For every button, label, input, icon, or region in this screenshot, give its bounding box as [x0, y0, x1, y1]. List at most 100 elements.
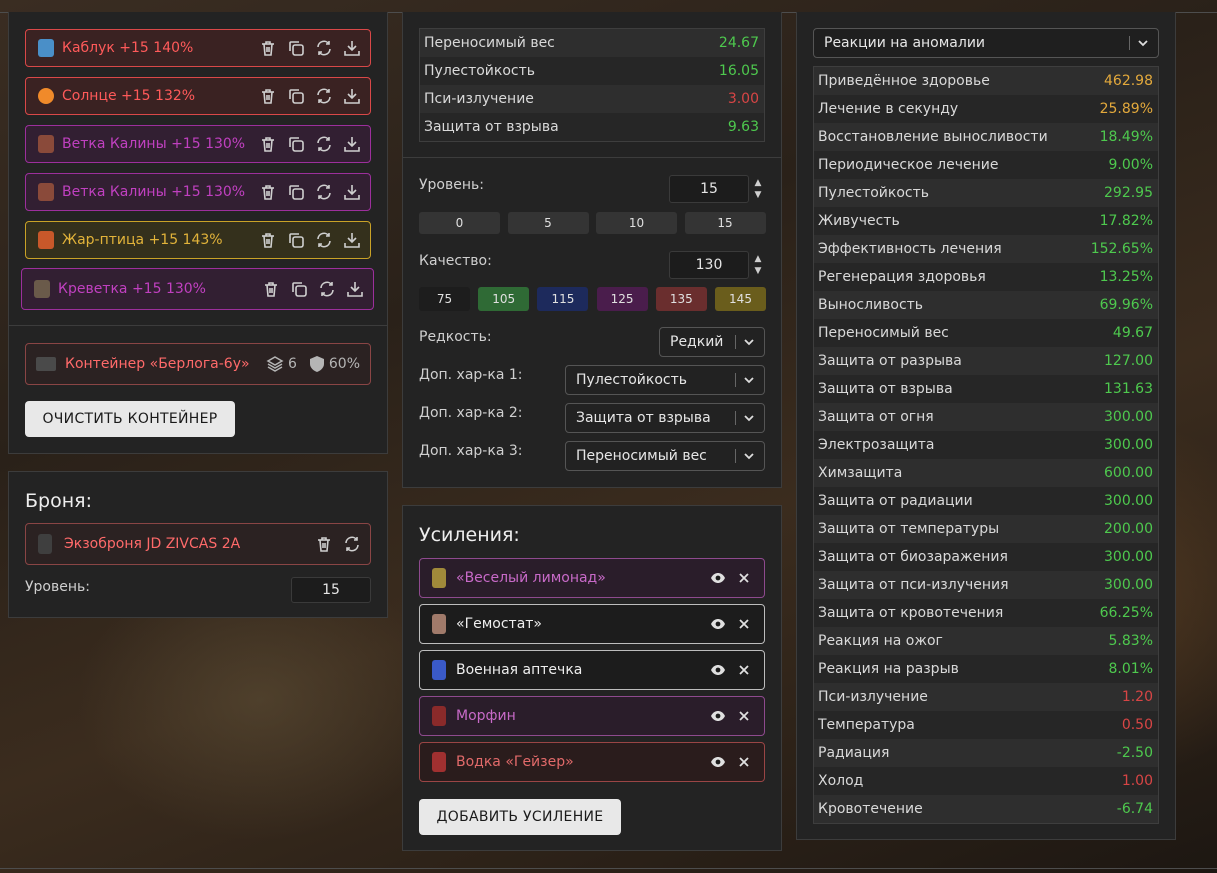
download-icon[interactable] — [342, 230, 362, 250]
extra2-value: Защита от взрыва — [576, 410, 711, 426]
select-separator — [735, 335, 736, 349]
quality-preset-button[interactable]: 75 — [419, 287, 470, 311]
summary-value: 18.49% — [1099, 129, 1153, 145]
download-icon[interactable] — [345, 279, 365, 299]
quality-preset-button[interactable]: 125 — [596, 287, 648, 311]
eye-icon[interactable] — [708, 752, 728, 772]
boost-row[interactable]: Морфин — [419, 696, 765, 736]
eye-icon[interactable] — [708, 706, 728, 726]
trash-icon[interactable] — [258, 230, 278, 250]
artifact-row[interactable]: Солнце +15 132% — [25, 77, 371, 115]
container-row[interactable]: Контейнер «Берлога-6у» 6 60% — [25, 343, 371, 385]
boost-row[interactable]: Военная аптечка — [419, 650, 765, 690]
summary-filter-select[interactable]: Реакции на аномалии — [813, 28, 1159, 58]
eye-icon[interactable] — [708, 568, 728, 588]
trash-icon[interactable] — [258, 182, 278, 202]
close-icon[interactable] — [734, 706, 754, 726]
boost-row[interactable]: «Гемостат» — [419, 604, 765, 644]
rarity-select[interactable]: Редкий — [659, 327, 765, 357]
copy-icon[interactable] — [286, 86, 306, 106]
summary-label: Приведённое здоровье — [818, 73, 990, 89]
boost-row[interactable]: «Веселый лимонад» — [419, 558, 765, 598]
clear-container-button[interactable]: ОЧИСТИТЬ КОНТЕЙНЕР — [25, 401, 235, 437]
stepper-up-icon[interactable]: ▲ — [752, 177, 764, 189]
refresh-icon[interactable] — [342, 534, 362, 554]
close-icon[interactable] — [734, 752, 754, 772]
extra1-select[interactable]: Пулестойкость — [565, 365, 765, 395]
level-preset-button[interactable]: 0 — [419, 212, 500, 234]
copy-icon[interactable] — [289, 279, 309, 299]
close-icon[interactable] — [734, 568, 754, 588]
select-separator — [1129, 36, 1130, 50]
refresh-icon[interactable] — [314, 38, 334, 58]
boost-thumb — [432, 752, 446, 772]
artifact-row[interactable]: Ветка Калины +15 130% — [25, 125, 371, 163]
editor-separator — [403, 157, 781, 158]
quality-input[interactable]: 130 — [669, 251, 749, 279]
download-icon[interactable] — [342, 182, 362, 202]
level-stepper[interactable]: ▲ ▼ — [752, 177, 764, 203]
summary-value: 17.82% — [1099, 213, 1153, 229]
level-preset-button[interactable]: 15 — [684, 212, 766, 234]
level-input[interactable]: 15 — [669, 175, 749, 203]
extra3-select[interactable]: Переносимый вес — [565, 441, 765, 471]
armor-row[interactable]: Экзоброня JD ZIVCAS 2A — [25, 523, 371, 565]
copy-icon[interactable] — [286, 38, 306, 58]
stat-row: Защита от взрыва 9.63 — [420, 113, 764, 141]
rarity-value: Редкий — [670, 334, 724, 350]
download-icon[interactable] — [342, 86, 362, 106]
stepper-down-icon[interactable]: ▼ — [752, 189, 764, 201]
panel-separator — [9, 325, 387, 326]
eye-icon[interactable] — [708, 660, 728, 680]
download-icon[interactable] — [342, 38, 362, 58]
stepper-up-icon[interactable]: ▲ — [752, 253, 764, 265]
refresh-icon[interactable] — [314, 230, 334, 250]
summary-value: 300.00 — [1104, 409, 1153, 425]
summary-value: 9.00% — [1108, 157, 1153, 173]
close-icon[interactable] — [734, 660, 754, 680]
stepper-down-icon[interactable]: ▼ — [752, 265, 764, 277]
extra2-select[interactable]: Защита от взрыва — [565, 403, 765, 433]
quality-stepper[interactable]: ▲ ▼ — [752, 253, 764, 279]
stat-value: 16.05 — [718, 63, 759, 79]
trash-icon[interactable] — [258, 38, 278, 58]
refresh-icon[interactable] — [314, 134, 334, 154]
armor-level-input[interactable]: 15 — [291, 577, 371, 603]
trash-icon[interactable] — [314, 534, 334, 554]
summary-row: Эффективность лечения 152.65% — [814, 235, 1158, 263]
summary-label: Периодическое лечение — [818, 157, 999, 173]
download-icon[interactable] — [342, 134, 362, 154]
level-preset-button[interactable]: 10 — [596, 212, 677, 234]
refresh-icon[interactable] — [314, 182, 334, 202]
artifact-row[interactable]: Каблук +15 140% — [25, 29, 371, 67]
trash-icon[interactable] — [261, 279, 281, 299]
copy-icon[interactable] — [286, 230, 306, 250]
armor-name: Экзоброня JD ZIVCAS 2A — [64, 536, 241, 552]
artifact-row[interactable]: Ветка Калины +15 130% — [25, 173, 371, 211]
quality-preset-button[interactable]: 115 — [537, 287, 589, 311]
artifact-row[interactable]: Креветка +15 130% — [21, 268, 374, 310]
quality-preset-button[interactable]: 135 — [655, 287, 707, 311]
trash-icon[interactable] — [258, 86, 278, 106]
refresh-icon[interactable] — [317, 279, 337, 299]
summary-label: Защита от радиации — [818, 493, 973, 509]
boost-name: Морфин — [456, 708, 516, 724]
summary-row: Пулестойкость 292.95 — [814, 179, 1158, 207]
copy-icon[interactable] — [286, 134, 306, 154]
quality-preset-button[interactable]: 105 — [478, 287, 530, 311]
copy-icon[interactable] — [286, 182, 306, 202]
summary-value: 1.00 — [1121, 773, 1153, 789]
quality-preset-button[interactable]: 145 — [715, 287, 766, 311]
stat-value: 24.67 — [718, 35, 759, 51]
stat-row: Пси-излучение 3.00 — [420, 85, 764, 113]
trash-icon[interactable] — [258, 134, 278, 154]
summary-label: Температура — [818, 717, 915, 733]
refresh-icon[interactable] — [314, 86, 334, 106]
eye-icon[interactable] — [708, 614, 728, 634]
add-boost-button[interactable]: ДОБАВИТЬ УСИЛЕНИЕ — [419, 799, 621, 835]
close-icon[interactable] — [734, 614, 754, 634]
boost-row[interactable]: Водка «Гейзер» — [419, 742, 765, 782]
stat-label: Защита от взрыва — [424, 119, 559, 135]
level-preset-button[interactable]: 5 — [507, 212, 589, 234]
artifact-row[interactable]: Жар-птица +15 143% — [25, 221, 371, 259]
